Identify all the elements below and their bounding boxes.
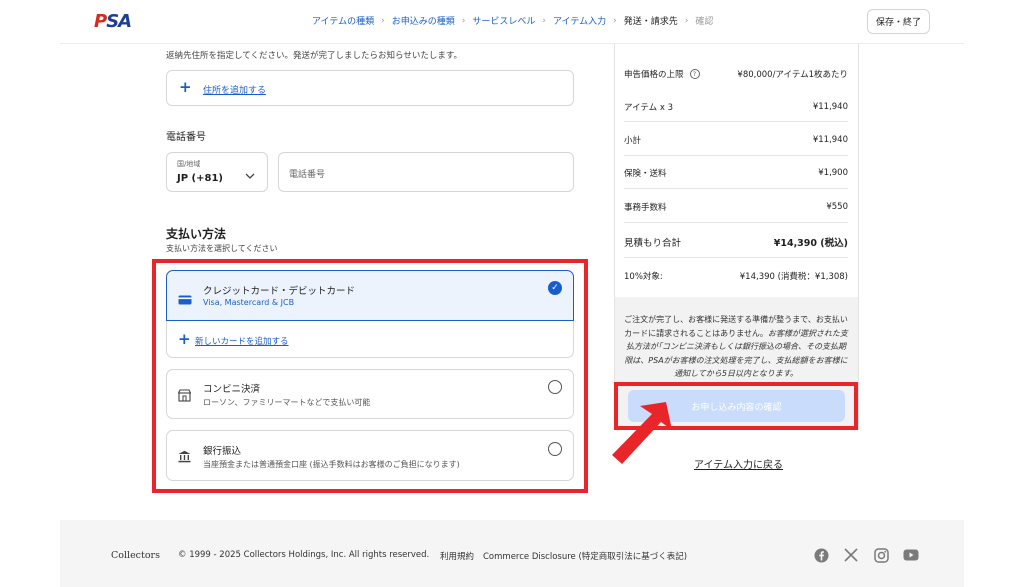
instagram-icon[interactable]: [873, 547, 889, 563]
chevron-right-icon: ›: [613, 15, 617, 26]
back-to-item-entry-link[interactable]: アイテム入力に戻る: [694, 456, 783, 471]
chevron-right-icon: ›: [461, 15, 466, 26]
phone-input[interactable]: 電話番号: [278, 152, 574, 192]
insurance-shipping-label: 保険・送料: [624, 169, 667, 179]
estimate-total-amount: ¥14,390 (税込): [773, 238, 848, 249]
commerce-disclosure-link[interactable]: Commerce Disclosure (特定商取引法に基づく表記): [483, 550, 687, 562]
tax-amount: ¥14,390 (消費税：¥1,308): [739, 272, 848, 282]
billing-notice: ご注文が完了し、お客様に発送する準備が整うまで、お支払いカードに請求されることは…: [624, 313, 848, 381]
subtotal-amount: ¥11,940: [812, 135, 848, 145]
admin-fee-label: 事務手数料: [624, 203, 667, 213]
plus-icon: +: [179, 78, 192, 96]
items-label: アイテム x 3: [624, 103, 673, 113]
facebook-icon[interactable]: [813, 547, 829, 563]
tax-label: 10%対象:: [624, 272, 663, 282]
save-exit-button[interactable]: 保存・終了: [867, 9, 930, 34]
step-shipping-billing: 発送・請求先: [623, 17, 678, 27]
info-icon[interactable]: ?: [689, 69, 700, 79]
summary-row-tax: 10%対象: ¥14,390 (消費税：¥1,308): [624, 270, 848, 282]
header: PSA アイテムの種類 › お申込みの種類 › サービスレベル › アイテム入力…: [60, 0, 964, 44]
step-item-entry[interactable]: アイテム入力: [553, 14, 606, 27]
country-value: JP (+81): [177, 173, 223, 184]
return-address-notice: 返納先住所を指定してください。発送が完了しましたらお知らせいたします。: [166, 51, 462, 61]
summary-row-items: アイテム x 3 ¥11,940: [624, 101, 848, 113]
subtotal-label: 小計: [624, 136, 642, 146]
country-label: 国/地域: [177, 160, 201, 168]
step-service-level[interactable]: サービスレベル: [472, 14, 535, 27]
payment-subtitle: 支払い方法を選択してください: [166, 244, 278, 253]
chevron-right-icon: ›: [542, 15, 546, 26]
progress-steps: アイテムの種類 › お申込みの種類 › サービスレベル › アイテム入力 › 発…: [312, 14, 714, 28]
divider: [624, 121, 848, 122]
declared-value-amount: ¥80,000/アイテム1枚あたり: [737, 70, 848, 80]
divider: [624, 257, 848, 258]
divider: [624, 222, 848, 223]
add-address-link[interactable]: 住所を追加する: [203, 83, 266, 96]
chevron-down-icon: [245, 166, 255, 185]
collectors-logo[interactable]: Collectors: [111, 550, 160, 561]
red-arrow-annotation: [612, 402, 672, 464]
summary-row-insurance-shipping: 保険・送料 ¥1,900: [624, 167, 848, 179]
summary-row-declared-value: 申告価格の上限? ¥80,000/アイテム1枚あたり: [624, 68, 848, 80]
divider: [624, 188, 848, 189]
step-item-type[interactable]: アイテムの種類: [312, 14, 374, 27]
x-twitter-icon[interactable]: [843, 547, 859, 563]
payment-highlight-frame: [152, 259, 588, 493]
chevron-right-icon: ›: [381, 15, 385, 26]
items-amount: ¥11,940: [812, 102, 848, 112]
divider: [624, 155, 848, 156]
summary-row-subtotal: 小計 ¥11,940: [624, 134, 848, 146]
summary-row-estimate-total: 見積もり合計 ¥14,390 (税込): [624, 235, 848, 249]
copyright-text: © 1999 - 2025 Collectors Holdings, Inc. …: [178, 550, 430, 560]
admin-fee-amount: ¥550: [826, 202, 848, 212]
country-select[interactable]: 国/地域 JP (+81): [166, 152, 268, 192]
summary-row-admin-fee: 事務手数料 ¥550: [624, 201, 848, 213]
youtube-icon[interactable]: [903, 547, 919, 563]
terms-link[interactable]: 利用規約: [440, 550, 474, 562]
declared-value-label: 申告価格の上限: [624, 70, 684, 80]
chevron-right-icon: ›: [684, 15, 689, 26]
phone-section-title: 電話番号: [166, 132, 206, 143]
add-address-box[interactable]: + 住所を追加する: [166, 70, 574, 106]
psa-logo[interactable]: PSA: [94, 11, 132, 32]
payment-section-title: 支払い方法: [166, 227, 227, 241]
step-confirm: 確認: [695, 17, 714, 27]
step-order-type[interactable]: お申込みの種類: [392, 14, 455, 27]
phone-placeholder: 電話番号: [289, 170, 326, 180]
estimate-total-label: 見積もり合計: [624, 238, 682, 249]
insurance-shipping-amount: ¥1,900: [818, 168, 848, 178]
